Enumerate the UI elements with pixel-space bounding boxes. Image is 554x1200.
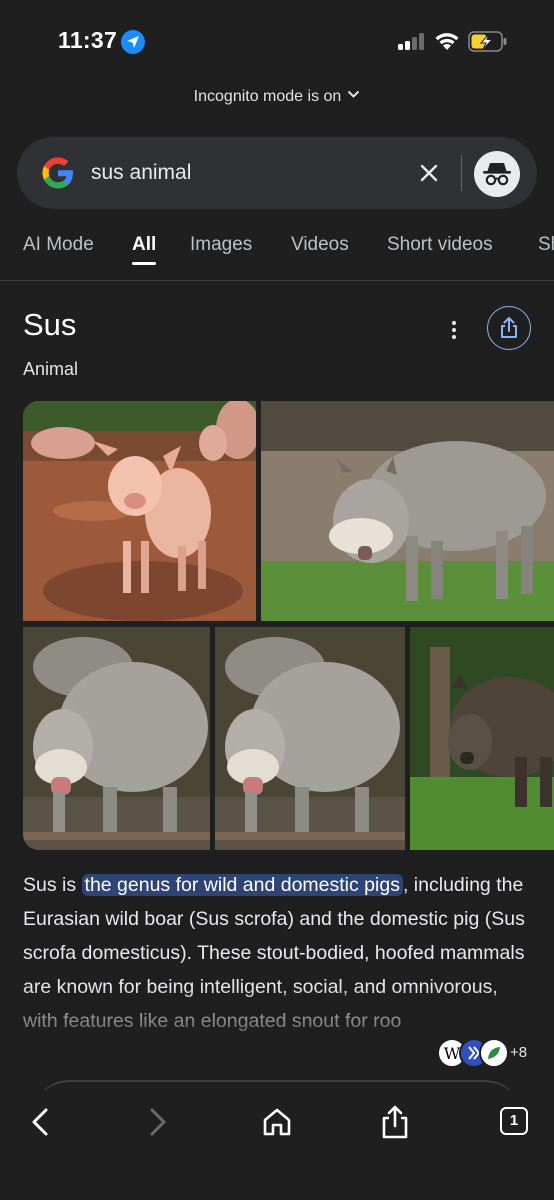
image-bearded-pig[interactable]: [261, 401, 554, 621]
description-prefix: Sus is: [23, 874, 82, 896]
browser-toolbar: 1: [0, 1090, 554, 1200]
search-bar[interactable]: sus animal: [17, 137, 537, 209]
location-arrow-icon: [121, 30, 145, 54]
search-input[interactable]: sus animal: [91, 161, 191, 185]
source-leaf-icon: [479, 1038, 509, 1068]
image-bearded-pig-front-2[interactable]: [215, 627, 405, 850]
chevron-down-icon: [347, 86, 360, 104]
tab-all[interactable]: All: [132, 234, 156, 256]
battery-charging-icon: [468, 31, 507, 52]
tab-shopping[interactable]: Sh: [538, 234, 554, 256]
back-chevron-icon[interactable]: [22, 1104, 58, 1140]
wifi-icon: [435, 33, 459, 50]
search-tabs: AI Mode All Images Videos Short videos S…: [0, 232, 554, 282]
tab-short-videos[interactable]: Short videos: [387, 234, 493, 256]
image-bearded-pig-front[interactable]: [23, 627, 210, 850]
image-wild-boar[interactable]: [410, 627, 554, 850]
tab-images[interactable]: Images: [190, 234, 252, 256]
tab-videos[interactable]: Videos: [291, 234, 349, 256]
panel-share-button[interactable]: [487, 306, 531, 350]
tabs-divider: [0, 280, 554, 281]
incognito-icon: [483, 163, 511, 186]
cellular-signal-icon: [398, 33, 426, 50]
close-icon[interactable]: [417, 161, 441, 185]
status-time: 11:37: [58, 27, 118, 53]
share-icon[interactable]: [377, 1104, 413, 1140]
home-icon[interactable]: [259, 1104, 295, 1140]
incognito-banner-label: Incognito mode is on: [193, 88, 342, 105]
description-highlight[interactable]: the genus for wild and domestic pigs: [81, 874, 403, 896]
incognito-banner[interactable]: Incognito mode is on: [0, 86, 554, 106]
google-g-icon: [42, 157, 73, 189]
share-icon: [501, 317, 517, 338]
search-divider: [461, 155, 462, 191]
panel-title: Sus: [23, 307, 77, 342]
forward-chevron-icon: [150, 1108, 166, 1136]
status-bar: 11:37: [0, 0, 554, 80]
image-domestic-pig[interactable]: [23, 401, 256, 621]
more-vert-icon[interactable]: [442, 318, 466, 342]
active-tab-indicator: [132, 262, 156, 265]
tab-switcher-button[interactable]: 1: [500, 1107, 528, 1135]
panel-subtitle: Animal: [23, 359, 79, 379]
sources-count: +8: [510, 1044, 528, 1061]
incognito-button[interactable]: [474, 151, 520, 197]
tab-ai-mode[interactable]: AI Mode: [23, 234, 94, 256]
